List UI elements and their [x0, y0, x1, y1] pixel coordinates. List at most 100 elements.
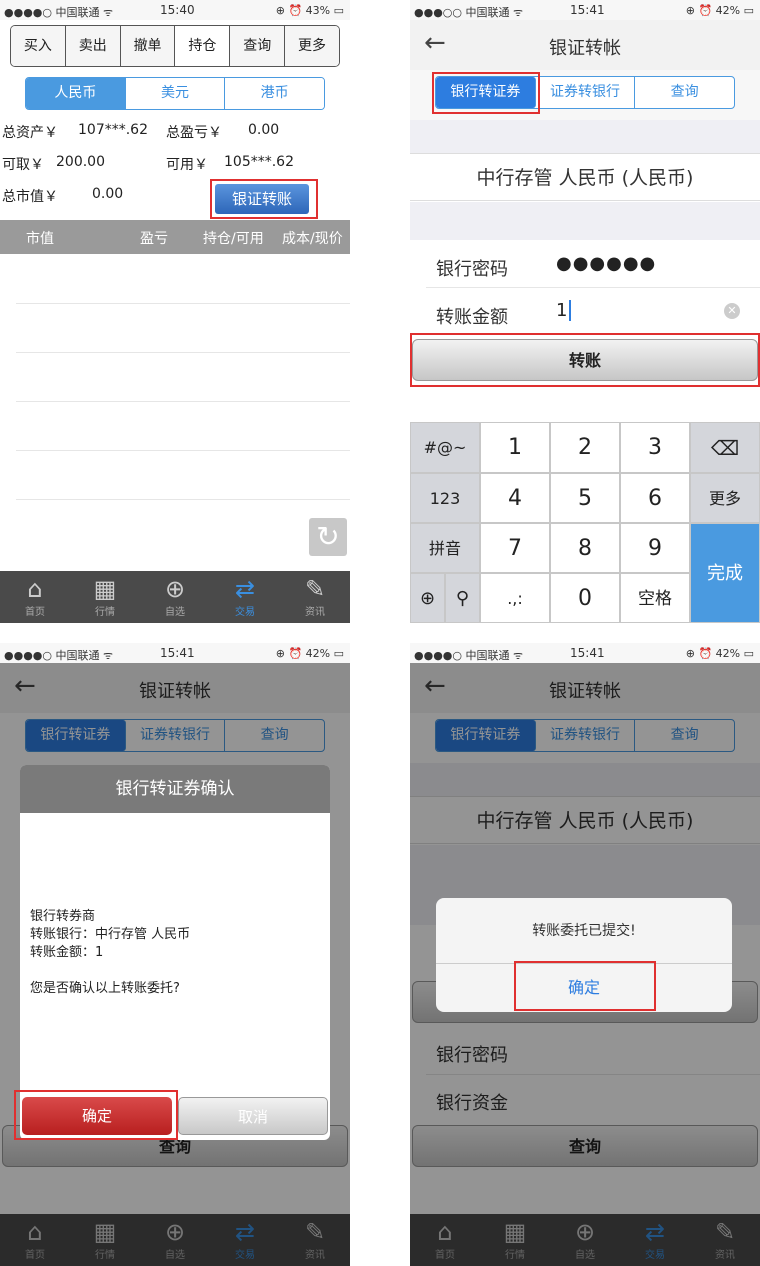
divider: [16, 450, 350, 451]
total-assets-value: 107***.62: [78, 122, 148, 138]
key-pinyin[interactable]: 拼音: [410, 523, 480, 573]
tab-cancel-order[interactable]: 撤单: [120, 26, 176, 66]
trade-tabs: 买入 卖出 撤单 持仓 查询 更多: [10, 25, 340, 67]
battery-indicator: ⊕ ⏰ 43% ▭: [275, 4, 344, 17]
key-8[interactable]: 8: [550, 523, 620, 573]
key-punctuation[interactable]: .,:: [480, 573, 550, 623]
key-done[interactable]: 完成: [690, 523, 760, 623]
tab-buy[interactable]: 买入: [11, 26, 66, 66]
tab-more[interactable]: 更多: [285, 26, 339, 66]
nav-header: ← 银证转帐: [410, 20, 760, 70]
globe-icon[interactable]: ⊕: [410, 573, 445, 623]
backspace-icon[interactable]: ⌫: [690, 422, 760, 473]
tab-hkd[interactable]: 港币: [225, 78, 324, 109]
transfer-submit-button[interactable]: 转账: [412, 339, 758, 381]
status-bar: ●●●●○ 中国联通 ᯤ 15:40 ⊕ ⏰ 43% ▭: [0, 0, 350, 20]
nav-watchlist[interactable]: ⊕ 自选: [140, 571, 210, 623]
nav-label: 自选: [165, 607, 185, 618]
transfer-amount-field[interactable]: 1: [556, 300, 572, 321]
nav-label: 首页: [25, 607, 45, 618]
spacer: [410, 202, 760, 240]
transfer-input-screen: ●●●○○ 中国联通 ᯤ 15:41 ⊕ ⏰ 42% ▭ ← 银证转帐 银行转证…: [410, 0, 760, 623]
dialog-line: 转账金额：1: [30, 945, 104, 960]
carrier-label: ●●●●○ 中国联通 ᯤ: [4, 6, 114, 19]
carrier-label: ●●●●○ 中国联通 ᯤ: [4, 649, 114, 662]
dialog-line: 银行转券商: [30, 909, 96, 924]
cancel-button[interactable]: 取消: [178, 1097, 328, 1135]
clear-icon[interactable]: ✕: [724, 303, 740, 319]
nav-trade[interactable]: ⇄ 交易: [210, 571, 280, 623]
nav-market[interactable]: ▦ 行情: [70, 571, 140, 623]
tab-holdings[interactable]: 持仓: [175, 26, 231, 66]
tab-sell[interactable]: 卖出: [65, 26, 121, 66]
submitted-alert-screen: ●●●●○ 中国联通 ᯤ 15:41 ⊕ ⏰ 42% ▭ ← 银证转帐 银行转证…: [410, 643, 760, 1266]
holdings-screen: ●●●●○ 中国联通 ᯤ 15:40 ⊕ ⏰ 43% ▭ 买入 卖出 撤单 持仓…: [0, 0, 350, 623]
bank-securities-transfer-button[interactable]: 银证转账: [215, 184, 309, 214]
tab-query[interactable]: 查询: [635, 77, 734, 108]
col-pnl: 盈亏: [140, 231, 168, 247]
key-3[interactable]: 3: [620, 422, 690, 473]
status-bar: ●●●●○ 中国联通 ᯤ 15:41 ⊕ ⏰ 42% ▭: [0, 643, 350, 663]
microphone-icon[interactable]: ⚲: [445, 573, 480, 623]
confirm-dialog-screen: ●●●●○ 中国联通 ᯤ 15:41 ⊕ ⏰ 42% ▭ ← 银证转帐 银行转证…: [0, 643, 350, 1266]
key-5[interactable]: 5: [550, 473, 620, 523]
news-icon: ✎: [304, 575, 326, 603]
withdrawable-value: 200.00: [56, 154, 105, 170]
tab-securities-to-bank[interactable]: 证券转银行: [536, 77, 636, 108]
tab-rmb[interactable]: 人民币: [26, 78, 126, 109]
available-label: 可用￥: [166, 157, 208, 173]
highlight-box: [432, 72, 540, 114]
key-1[interactable]: 1: [480, 422, 550, 473]
total-pnl-value: 0.00: [248, 122, 280, 138]
divider: [16, 303, 350, 304]
bank-password-label: 银行密码: [436, 259, 508, 280]
divider: [16, 352, 350, 353]
highlight-box: [514, 961, 656, 1011]
col-cost-price: 成本/现价: [282, 231, 343, 247]
dialog-title: 银行转证券确认: [20, 765, 330, 813]
key-symbols[interactable]: #@~: [410, 422, 480, 473]
key-more[interactable]: 更多: [690, 473, 760, 523]
clock: 15:41: [570, 3, 605, 17]
alert-message: 转账委托已提交!: [532, 923, 636, 939]
tab-usd[interactable]: 美元: [125, 78, 226, 109]
tab-query[interactable]: 查询: [230, 26, 286, 66]
divider: [16, 401, 350, 402]
basket-icon: ⊕: [164, 575, 186, 603]
market-value-label: 总市值￥: [2, 189, 58, 205]
key-0[interactable]: 0: [550, 573, 620, 623]
key-9[interactable]: 9: [620, 523, 690, 573]
refresh-icon[interactable]: ↻: [309, 518, 347, 556]
total-pnl-label: 总盈亏￥: [166, 125, 222, 141]
dialog-line: 转账银行：中行存管 人民币: [30, 927, 191, 942]
bank-selector[interactable]: 中行存管 人民币 (人民币): [410, 153, 760, 201]
divider: [426, 287, 760, 288]
key-space[interactable]: 空格: [620, 573, 690, 623]
nav-home[interactable]: ⌂ 首页: [0, 571, 70, 623]
battery-indicator: ⊕ ⏰ 42% ▭: [685, 647, 754, 660]
key-7[interactable]: 7: [480, 523, 550, 573]
carrier-label: ●●●○○ 中国联通 ᯤ: [414, 6, 524, 19]
key-123[interactable]: 123: [410, 473, 480, 523]
status-bar: ●●●○○ 中国联通 ᯤ 15:41 ⊕ ⏰ 42% ▭: [410, 0, 760, 20]
key-4[interactable]: 4: [480, 473, 550, 523]
confirm-dialog: 银行转证券确认 银行转券商 转账银行：中行存管 人民币 转账金额：1 您是否确认…: [20, 765, 330, 1140]
key-6[interactable]: 6: [620, 473, 690, 523]
chart-icon: ▦: [93, 575, 117, 603]
trade-arrows-icon: ⇄: [234, 575, 256, 603]
transfer-amount-label: 转账金额: [436, 307, 508, 328]
battery-indicator: ⊕ ⏰ 42% ▭: [275, 647, 344, 660]
home-icon: ⌂: [27, 575, 43, 603]
bottom-nav: ⌂ 首页 ▦ 行情 ⊕ 自选 ⇄ 交易 ✎ 资讯: [0, 571, 350, 623]
holdings-table-header: 市值 盈亏 持仓/可用 成本/现价: [0, 220, 350, 254]
bank-password-field[interactable]: ●●●●●●: [556, 253, 656, 274]
key-2[interactable]: 2: [550, 422, 620, 473]
withdrawable-label: 可取￥: [2, 157, 44, 173]
status-bar: ●●●●○ 中国联通 ᯤ 15:41 ⊕ ⏰ 42% ▭: [410, 643, 760, 663]
nav-news[interactable]: ✎ 资讯: [280, 571, 350, 623]
clock: 15:41: [160, 646, 195, 660]
page-title: 银证转帐: [549, 38, 621, 59]
clock: 15:41: [570, 646, 605, 660]
dialog-question: 您是否确认以上转账委托?: [30, 981, 180, 996]
nav-label: 资讯: [305, 607, 325, 618]
